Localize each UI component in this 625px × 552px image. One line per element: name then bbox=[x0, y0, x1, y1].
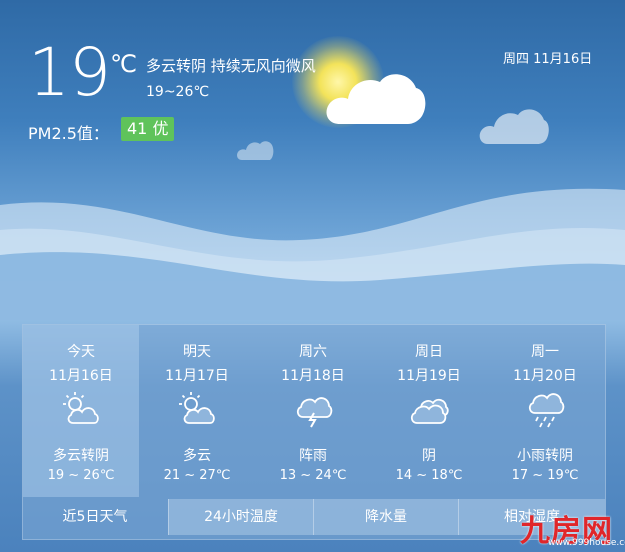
tab-24h-temperature[interactable]: 24小时温度 bbox=[168, 499, 313, 535]
forecast-day[interactable]: 周一 11月20日 小雨转阴 17 ~ 19℃ bbox=[487, 325, 603, 497]
day-temp-range: 21 ~ 27℃ bbox=[163, 468, 231, 483]
day-name: 周日 bbox=[415, 344, 443, 360]
partly-cloudy-sun-icon bbox=[63, 392, 99, 424]
hills-background bbox=[0, 188, 625, 320]
current-temp-range: 19~26℃ bbox=[146, 84, 210, 100]
day-date: 11月18日 bbox=[281, 368, 345, 384]
thunderstorm-icon bbox=[296, 397, 333, 428]
day-temp-range: 14 ~ 18℃ bbox=[395, 468, 463, 483]
forecast-day[interactable]: 今天 11月16日 多云转阴 19 ~ 26℃ bbox=[23, 325, 139, 497]
day-condition: 阴 bbox=[422, 448, 436, 464]
day-temp-range: 17 ~ 19℃ bbox=[511, 468, 579, 483]
forecast-tabs: 近5日天气 24小时温度 降水量 相对湿度 bbox=[23, 499, 605, 537]
cloud-icon bbox=[326, 74, 426, 124]
forecast-day[interactable]: 周六 11月18日 阵雨 13 ~ 24℃ bbox=[255, 325, 371, 497]
day-name: 明天 bbox=[183, 344, 211, 360]
temperature-unit: ℃ bbox=[110, 50, 137, 78]
pm25-badge: 41 优 bbox=[121, 117, 175, 141]
cloud-icon bbox=[237, 141, 274, 160]
day-condition: 多云 bbox=[183, 448, 211, 464]
pm25-label: PM2.5值： bbox=[28, 124, 109, 143]
partly-cloudy-sun-icon bbox=[179, 392, 215, 424]
tab-precipitation[interactable]: 降水量 bbox=[313, 499, 458, 535]
day-condition: 阵雨 bbox=[299, 448, 327, 464]
logo-url: www.999house.com bbox=[548, 538, 625, 548]
current-condition: 多云转阴 持续无风向微风 bbox=[146, 57, 316, 75]
day-date: 11月20日 bbox=[513, 368, 577, 384]
day-temp-range: 19 ~ 26℃ bbox=[47, 468, 115, 483]
cloud-icon bbox=[479, 109, 549, 144]
forecast-day[interactable]: 明天 11月17日 多云 21 ~ 27℃ bbox=[139, 325, 255, 497]
day-date: 11月17日 bbox=[165, 368, 229, 384]
light-rain-icon bbox=[528, 393, 565, 428]
day-condition: 小雨转阴 bbox=[517, 448, 573, 464]
forecast-panel: 今天 11月16日 多云转阴 19 ~ 26℃ 明天 11月17日 多云 21 … bbox=[22, 324, 606, 540]
current-temperature: 19 bbox=[28, 34, 111, 111]
current-date: 周四 11月16日 bbox=[503, 52, 593, 67]
day-date: 11月16日 bbox=[49, 368, 113, 384]
site-logo: 九房网 www.999house.com bbox=[520, 506, 625, 552]
day-condition: 多云转阴 bbox=[53, 448, 109, 464]
day-name: 今天 bbox=[67, 344, 95, 360]
day-temp-range: 13 ~ 24℃ bbox=[279, 468, 347, 483]
day-name: 周一 bbox=[531, 344, 559, 360]
overcast-cloud-icon bbox=[410, 398, 449, 424]
day-name: 周六 bbox=[299, 344, 327, 360]
tab-5day-weather[interactable]: 近5日天气 bbox=[23, 499, 167, 535]
day-date: 11月19日 bbox=[397, 368, 461, 384]
forecast-day[interactable]: 周日 11月19日 阴 14 ~ 18℃ bbox=[371, 325, 487, 497]
